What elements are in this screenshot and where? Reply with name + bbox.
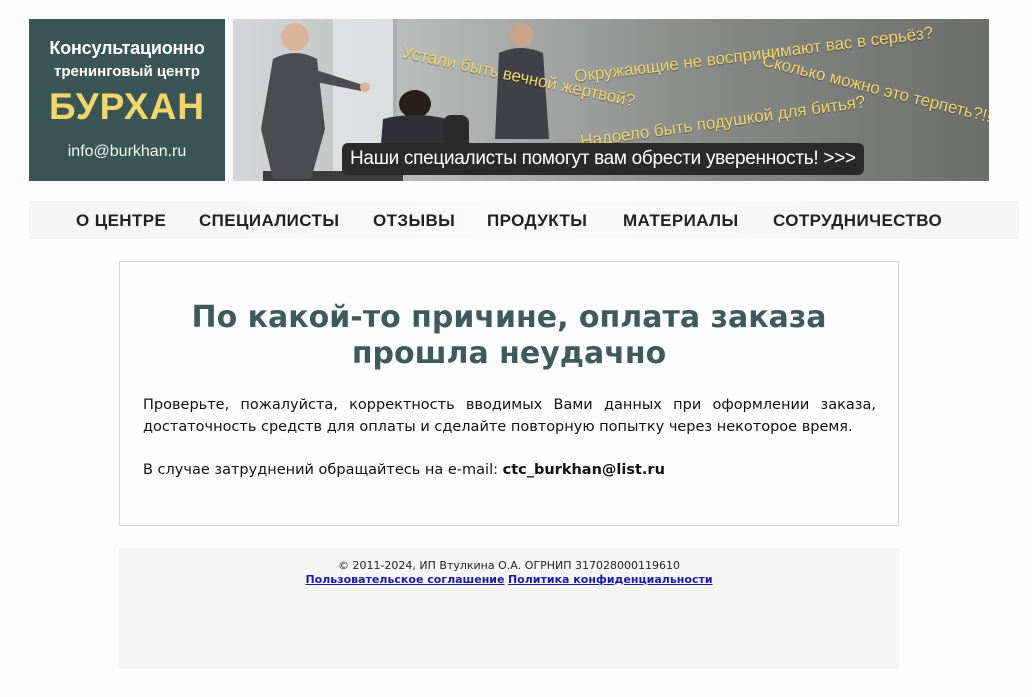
- logo-email[interactable]: info@burkhan.ru: [29, 143, 225, 161]
- payment-error-card: По какой-то причине, оплата заказа прошл…: [119, 261, 899, 526]
- contact-prefix: В случае затруднений обращайтесь на e-ma…: [143, 462, 503, 478]
- logo-line2: тренинговый центр: [54, 63, 200, 80]
- page-title: По какой-то причине, оплата заказа прошл…: [191, 300, 827, 371]
- main-nav: О ЦЕНТРЕ СПЕЦИАЛИСТЫ ОТЗЫВЫ ПРОДУКТЫ МАТ…: [29, 201, 1019, 239]
- contact-email[interactable]: ctc_burkhan@list.ru: [503, 462, 665, 478]
- error-instructions: Проверьте, пожалуйста, корректность ввод…: [143, 397, 876, 435]
- contact-paragraph: В случае затруднений обращайтесь на e-ma…: [143, 459, 876, 481]
- footer-links: Пользовательское соглашение Политика кон…: [119, 573, 899, 587]
- privacy-policy-link[interactable]: Политика конфиденциальности: [508, 573, 713, 586]
- nav-item-materials[interactable]: МАТЕРИАЛЫ: [623, 211, 739, 231]
- logo-line1: Консультационно: [49, 38, 205, 58]
- nav-item-cooperation[interactable]: СОТРУДНИЧЕСТВО: [773, 211, 942, 231]
- copyright: © 2011-2024, ИП Втулкина О.А. ОГРНИП 317…: [337, 559, 681, 572]
- footer: © 2011-2024, ИП Втулкина О.А. ОГРНИП 317…: [119, 548, 899, 669]
- nav-item-specialists[interactable]: СПЕЦИАЛИСТЫ: [199, 211, 339, 231]
- nav-item-products[interactable]: ПРОДУКТЫ: [487, 211, 587, 231]
- logo-name: БУРХАН: [48, 86, 206, 127]
- site-logo[interactable]: Консультационно тренинговый центр БУРХАН…: [29, 19, 225, 181]
- nav-item-about[interactable]: О ЦЕНТРЕ: [76, 211, 166, 231]
- banner-cta-button[interactable]: Наши специалисты помогут вам обрести уве…: [342, 143, 864, 175]
- nav-item-reviews[interactable]: ОТЗЫВЫ: [373, 211, 455, 231]
- promo-banner[interactable]: Устали быть вечной жертвой? Окружающие н…: [233, 19, 989, 181]
- user-agreement-link[interactable]: Пользовательское соглашение: [305, 573, 504, 586]
